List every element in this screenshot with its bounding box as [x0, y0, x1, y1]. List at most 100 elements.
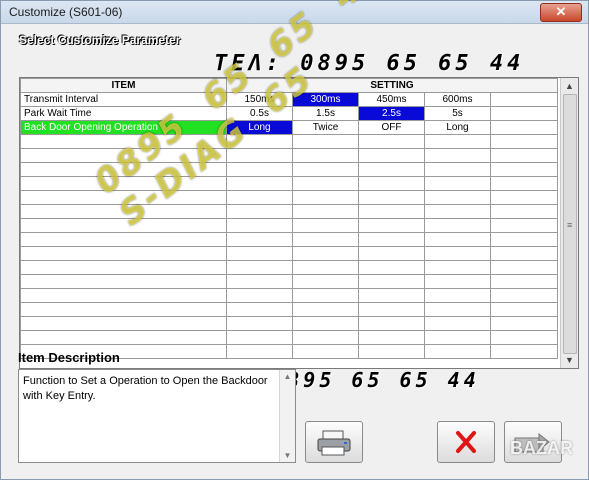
grip-icon: ≡ [567, 220, 573, 230]
empty-cell [292, 148, 359, 163]
setting-value-cell[interactable]: 2.5s [358, 106, 425, 121]
empty-cell [424, 344, 491, 359]
empty-cell [226, 232, 293, 247]
empty-table-row [20, 274, 559, 289]
empty-table-row [20, 246, 559, 261]
empty-cell [292, 190, 359, 205]
empty-cell [358, 148, 425, 163]
empty-cell [20, 302, 227, 317]
empty-cell [358, 134, 425, 149]
empty-cell [424, 288, 491, 303]
table-row[interactable]: Transmit Interval 150ms 300ms 450ms 600ms [20, 92, 559, 107]
parameter-name-cell[interactable]: Park Wait Time [20, 106, 227, 121]
empty-cell [20, 162, 227, 177]
setting-value-cell[interactable]: Long [226, 120, 293, 135]
empty-table-row [20, 316, 559, 331]
empty-cell [20, 218, 227, 233]
empty-cell [20, 176, 227, 191]
empty-table-row [20, 148, 559, 163]
empty-cell [292, 232, 359, 247]
empty-cell [358, 218, 425, 233]
parameter-name-cell[interactable]: Transmit Interval [20, 92, 227, 107]
item-description-box: Function to Set a Operation to Open the … [18, 369, 296, 463]
item-description-label: Item Description [18, 350, 120, 365]
empty-cell [292, 344, 359, 359]
setting-value-cell[interactable]: Long [424, 120, 491, 135]
empty-cell [424, 204, 491, 219]
setting-value-cell[interactable]: 1.5s [292, 106, 359, 121]
empty-cell [292, 246, 359, 261]
empty-cell [226, 288, 293, 303]
desc-scroll-down-icon[interactable]: ▼ [280, 451, 295, 460]
setting-value-cell[interactable]: 150ms [226, 92, 293, 107]
window-title: Customize (S601-06) [9, 5, 123, 19]
empty-cell [292, 316, 359, 331]
empty-cell [424, 316, 491, 331]
empty-cell [358, 302, 425, 317]
empty-table-row [20, 190, 559, 205]
empty-cell [226, 176, 293, 191]
close-button[interactable]: ✕ [540, 3, 582, 22]
empty-table-row [20, 302, 559, 317]
cancel-button[interactable] [437, 421, 495, 463]
empty-cell [424, 232, 491, 247]
setting-value-cell[interactable] [489, 120, 559, 135]
empty-cell [358, 344, 425, 359]
empty-cell [20, 330, 227, 345]
empty-cell [424, 190, 491, 205]
setting-column-header: SETTING [225, 78, 559, 93]
description-scrollbar[interactable]: ▲ ▼ [279, 370, 295, 462]
empty-cell [424, 246, 491, 261]
setting-value-cell[interactable]: 450ms [358, 92, 425, 107]
title-bar: Customize (S601-06) ✕ [1, 1, 588, 24]
empty-cell [292, 330, 359, 345]
empty-cell [489, 344, 559, 359]
empty-cell [226, 274, 293, 289]
setting-value-cell[interactable]: 600ms [424, 92, 491, 107]
print-button[interactable] [305, 421, 363, 463]
empty-cell [358, 246, 425, 261]
scroll-up-arrow-icon[interactable]: ▲ [561, 78, 578, 94]
setting-value-cell[interactable]: Twice [292, 120, 359, 135]
table-row[interactable]: Back Door Opening Operation Long Twice OFF L… [20, 120, 559, 135]
empty-cell [489, 218, 559, 233]
table-row[interactable]: Park Wait Time 0.5s 1.5s 2.5s 5s [20, 106, 559, 121]
empty-cell [20, 232, 227, 247]
table-header-row: ITEM SETTING [20, 78, 559, 93]
setting-value-cell[interactable]: OFF [358, 120, 425, 135]
setting-value-cell[interactable]: 0.5s [226, 106, 293, 121]
empty-cell [20, 204, 227, 219]
empty-cell [292, 176, 359, 191]
empty-cell [424, 260, 491, 275]
parameter-table: ITEM SETTING Transmit Interval 150ms 300ms… [20, 78, 559, 359]
bazar-watermark: BAZAR [510, 438, 573, 458]
empty-cell [226, 330, 293, 345]
grid-vertical-scrollbar[interactable]: ▲ ≡ ▼ [560, 78, 578, 368]
empty-cell [20, 148, 227, 163]
empty-cell [226, 148, 293, 163]
empty-cell [424, 330, 491, 345]
setting-value-cell[interactable] [489, 106, 559, 121]
empty-cell [20, 134, 227, 149]
scroll-thumb[interactable]: ≡ [563, 94, 577, 354]
empty-cell [226, 246, 293, 261]
setting-value-cell[interactable] [489, 92, 559, 107]
empty-cell [424, 218, 491, 233]
empty-table-row [20, 330, 559, 345]
setting-value-cell[interactable]: 5s [424, 106, 491, 121]
empty-cell [358, 232, 425, 247]
parameter-name-cell[interactable]: Back Door Opening Operation [20, 120, 227, 135]
red-x-icon [456, 431, 476, 453]
empty-cell [226, 218, 293, 233]
empty-cell [292, 274, 359, 289]
setting-value-cell[interactable]: 300ms [292, 92, 359, 107]
empty-cell [358, 190, 425, 205]
empty-cell [292, 260, 359, 275]
empty-cell [358, 204, 425, 219]
empty-cell [358, 316, 425, 331]
empty-table-row [20, 204, 559, 219]
desc-scroll-up-icon[interactable]: ▲ [280, 372, 295, 381]
empty-cell [424, 274, 491, 289]
empty-cell [20, 274, 227, 289]
scroll-down-arrow-icon[interactable]: ▼ [561, 352, 578, 368]
